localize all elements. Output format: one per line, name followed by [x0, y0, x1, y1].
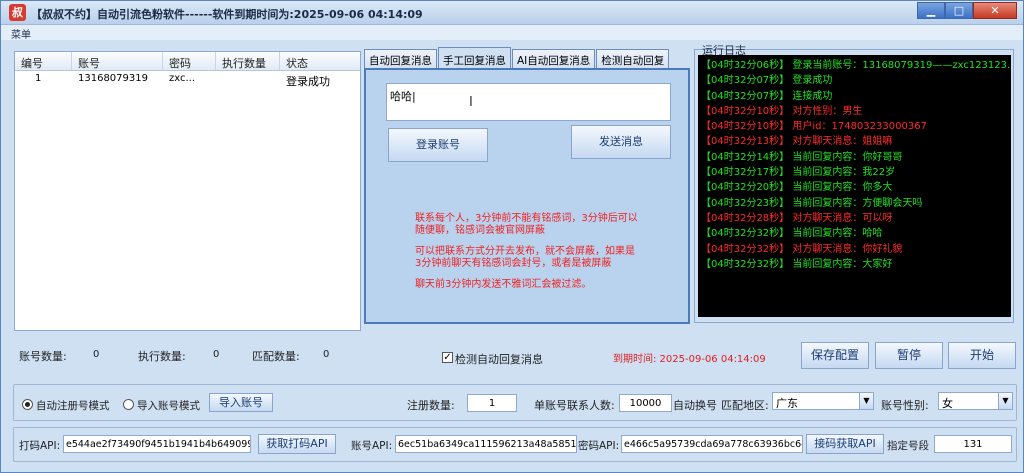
- mode-import-radio[interactable]: [123, 399, 134, 410]
- cell-account: 13168079319: [78, 73, 148, 84]
- reg-count-label: 注册数量:: [407, 399, 455, 412]
- detect-auto-label: 检测自动回复消息: [455, 353, 543, 366]
- account-api-label: 账号API:: [351, 440, 393, 452]
- log-line: 【04时32分17秒】 当前回复内容：我22岁: [701, 167, 896, 179]
- cell-count: [216, 71, 280, 87]
- log-line: 【04时32分06秒】 登录当前账号：13168079319——zxc12312…: [701, 60, 1011, 71]
- account-table[interactable]: 编号 账号 密码 执行数量 状态 1 13168079319 zxc... 登录…: [14, 51, 361, 331]
- note-text-2b: 3分钟前聊天有铭感词会封号，或者是被屏蔽: [415, 258, 612, 269]
- cell-status: 登录成功: [286, 75, 330, 87]
- gender-label: 账号性别:: [881, 399, 929, 412]
- account-count-label: 账号数量:: [19, 350, 67, 363]
- sms-get-api-button[interactable]: 接码获取API: [806, 434, 884, 454]
- exec-count-value: 0: [213, 349, 220, 360]
- column-header[interactable]: 编号: [15, 52, 72, 70]
- log-line: 【04时32分10秒】 用户id：174803233000367: [701, 121, 927, 133]
- window-title: 【叔叔不约】自动引流色粉软件------软件到期时间为:2025-09-06 0…: [31, 8, 423, 21]
- note-text-1a: 联系每个人，3分钟前不能有铭感词，3分钟后可以: [415, 213, 638, 224]
- log-line: 【04时32分07秒】 连接成功: [701, 90, 833, 102]
- log-line: 【04时32分32秒】 对方聊天消息：你好礼貌: [701, 243, 903, 255]
- log-line: 【04时32分28秒】 对方聊天消息：可以呀: [701, 212, 893, 224]
- mode-auto-radio[interactable]: [22, 399, 33, 410]
- region-value: 广东: [776, 397, 798, 410]
- password-api-input[interactable]: e466c5a95739cda69a778c63936bc6420: [621, 435, 803, 453]
- expire-time: 到期时间: 2025-09-06 04:14:09: [613, 354, 766, 365]
- match-count-value: 0: [323, 349, 330, 360]
- reg-count-input[interactable]: 1: [467, 394, 517, 412]
- tab-ai-reply[interactable]: AI自动回复消息: [512, 49, 596, 68]
- gender-value: 女: [942, 397, 953, 410]
- main-window: 叔 【叔叔不约】自动引流色粉软件------软件到期时间为:2025-09-06…: [0, 0, 1024, 473]
- close-button[interactable]: ✕: [973, 2, 1017, 19]
- column-header[interactable]: 执行数量: [216, 52, 280, 70]
- segment-input[interactable]: 131: [934, 435, 1012, 453]
- cell-id: 1: [35, 73, 42, 84]
- detect-auto-checkbox[interactable]: ✓: [442, 352, 453, 363]
- note-text-2a: 可以把联系方式分开去发布，就不会屏蔽，如果是: [415, 246, 635, 257]
- segment-label: 指定号段: [887, 440, 929, 452]
- start-button[interactable]: 开始: [948, 342, 1016, 369]
- tab-auto-reply[interactable]: 自动回复消息: [364, 49, 437, 68]
- log-line: 【04时32分07秒】 登录成功: [701, 75, 833, 87]
- match-count-label: 匹配数量:: [252, 350, 300, 363]
- region-label: 匹配地区:: [721, 399, 769, 412]
- password-api-label: 密码API:: [578, 440, 620, 452]
- log-line: 【04时32分13秒】 对方聊天消息：姐姐嘛: [701, 136, 893, 148]
- region-select[interactable]: 广东 ▼: [772, 392, 874, 410]
- maximize-button[interactable]: □: [945, 2, 973, 19]
- pause-button[interactable]: 暂停: [875, 342, 943, 369]
- login-account-button[interactable]: 登录账号: [388, 128, 488, 162]
- note-text-3: 聊天前3分钟内发送不雅词汇会被过滤。: [415, 279, 592, 290]
- send-message-button[interactable]: 发送消息: [571, 125, 671, 159]
- log-line: 【04时32分10秒】 对方性别：男生: [701, 105, 863, 117]
- tab-manual-reply[interactable]: 手工回复消息: [438, 47, 511, 68]
- contact-count-input[interactable]: 10000: [619, 394, 672, 412]
- exec-count-label: 执行数量:: [138, 350, 186, 363]
- minimize-button[interactable]: ▁: [917, 2, 945, 19]
- title-bar: 叔 【叔叔不约】自动引流色粉软件------软件到期时间为:2025-09-06…: [1, 1, 1023, 25]
- get-captcha-api-button[interactable]: 获取打码API: [258, 434, 336, 454]
- contact-count-label: 单账号联系人数:: [534, 399, 615, 412]
- app-icon: 叔: [9, 4, 26, 21]
- table-row[interactable]: 1 13168079319 zxc... 登录成功: [15, 71, 360, 87]
- captcha-api-input[interactable]: e544ae2f73490f9451b1941b4b649099: [63, 435, 251, 453]
- account-api-input[interactable]: 6ec51ba6349ca111596213a48a5851406: [395, 435, 577, 453]
- menu-bar: 菜单: [1, 25, 1023, 41]
- chevron-down-icon[interactable]: ▼: [859, 393, 873, 409]
- window-controls: ▁ □ ✕: [917, 2, 1017, 20]
- gender-select[interactable]: 女 ▼: [938, 392, 1013, 410]
- column-header[interactable]: 密码: [163, 52, 216, 70]
- mode-auto-label: 自动注册号模式: [36, 400, 110, 412]
- auto-switch-label: 自动换号: [673, 399, 717, 412]
- captcha-api-label: 打码API:: [19, 440, 61, 452]
- column-header[interactable]: 账号: [72, 52, 163, 70]
- message-input[interactable]: 哈哈|: [386, 83, 671, 121]
- log-line: 【04时32分32秒】 当前回复内容：大家好: [701, 258, 893, 270]
- import-account-button[interactable]: 导入账号: [209, 393, 273, 412]
- account-count-value: 0: [93, 349, 100, 360]
- column-header[interactable]: 状态: [280, 52, 360, 70]
- log-line: 【04时32分32秒】 当前回复内容：哈哈: [701, 228, 883, 240]
- log-line: 【04时32分20秒】 当前回复内容：你多大: [701, 182, 893, 194]
- tab-detect-reply[interactable]: 检测自动回复: [596, 49, 670, 68]
- chevron-down-icon[interactable]: ▼: [998, 393, 1012, 409]
- note-text-1b: 随便聊，铭感词会被官网屏蔽: [415, 225, 545, 236]
- log-line: 【04时32分14秒】 当前回复内容：你好哥哥: [701, 151, 903, 163]
- reply-tabs: 自动回复消息 手工回复消息 AI自动回复消息 检测自动回复: [364, 47, 670, 68]
- mode-import-label: 导入账号模式: [137, 400, 200, 412]
- cell-password: zxc...: [169, 73, 196, 84]
- text-cursor-icon: Ⅰ: [469, 95, 473, 110]
- run-log[interactable]: 【04时32分06秒】 登录当前账号：13168079319——zxc12312…: [698, 55, 1011, 317]
- menu-item[interactable]: 菜单: [11, 26, 31, 41]
- log-line: 【04时32分23秒】 当前回复内容：方便聊会天吗: [701, 197, 923, 209]
- table-header: 编号 账号 密码 执行数量 状态: [15, 52, 360, 71]
- save-config-button[interactable]: 保存配置: [801, 342, 869, 369]
